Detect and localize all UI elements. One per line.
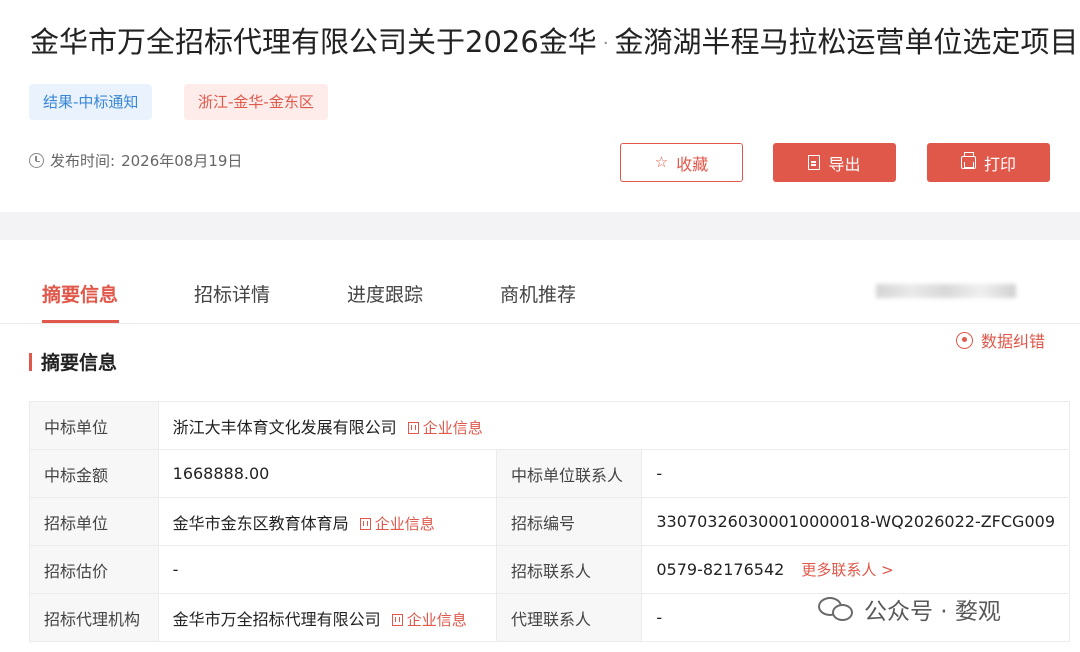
heading-accent-bar: [29, 352, 32, 371]
agent-contact-label: 代理联系人: [495, 593, 643, 642]
building-icon: [391, 613, 403, 626]
table-row: 招标估价 - 招标联系人 0579-82176542 更多联系人 >: [29, 545, 1070, 594]
tender-contact-cell: 0579-82176542 更多联系人 >: [641, 545, 1070, 594]
active-tab-indicator: [42, 320, 119, 323]
star-icon: ☆: [654, 153, 669, 171]
amount-value: 1668888.00: [157, 449, 497, 498]
blurred-text: [876, 284, 1016, 298]
tenderer-company-info-link[interactable]: 企业信息: [359, 514, 435, 533]
favorite-label: 收藏: [676, 154, 709, 174]
section-heading: 摘要信息: [29, 348, 117, 375]
agency-company-info-link[interactable]: 企业信息: [391, 610, 467, 629]
page-title: 金华市万全招标代理有限公司关于2026金华 · 金漪湖半程马拉松运营单位选定项目中: [30, 22, 1080, 64]
publish-time: 发布时间: 2026年08月19日: [29, 150, 242, 171]
publish-date: 2026年08月19日: [121, 152, 243, 170]
tenderer-cell: 金华市金东区教育体育局 企业信息: [157, 497, 497, 546]
winner-company-info-link[interactable]: 企业信息: [407, 418, 483, 437]
table-row: 中标单位 浙江大丰体育文化发展有限公司 企业信息: [29, 401, 1071, 450]
tab-progress-tracking[interactable]: 进度跟踪: [347, 280, 423, 307]
print-label: 打印: [983, 154, 1016, 174]
tenderer-value: 金华市金东区教育体育局: [172, 513, 349, 533]
bid-number-value: 330703260300010000018-WQ2026022-ZFCG009: [641, 497, 1070, 546]
document-icon: [808, 155, 821, 170]
company-info-label: 企业信息: [374, 514, 435, 533]
amount-label: 中标金额: [29, 449, 159, 498]
detail-tabs: 摘要信息 招标详情 进度跟踪 商机推荐: [0, 240, 1080, 324]
estimate-label: 招标估价: [29, 545, 159, 594]
building-icon: [359, 517, 371, 530]
building-icon: [407, 421, 419, 434]
company-info-label: 企业信息: [406, 610, 467, 629]
section-title: 摘要信息: [41, 352, 118, 374]
export-button[interactable]: 导出: [773, 143, 896, 182]
winner-contact-label: 中标单位联系人: [495, 449, 643, 498]
tab-tender-details[interactable]: 招标详情: [194, 280, 270, 307]
print-button[interactable]: 打印: [927, 143, 1050, 182]
estimate-value: -: [157, 545, 497, 594]
winner-cell: 浙江大丰体育文化发展有限公司 企业信息: [157, 401, 1071, 450]
tender-contact-value: 0579-82176542: [656, 560, 785, 579]
target-icon: [956, 331, 973, 349]
title-part1: 金华市万全招标代理有限公司关于2026金华: [30, 25, 597, 59]
agency-cell: 金华市万全招标代理有限公司 企业信息: [157, 593, 497, 642]
wechat-icon: [818, 595, 856, 623]
table-row: 中标金额 1668888.00 中标单位联系人 -: [29, 449, 1070, 498]
company-info-label: 企业信息: [422, 418, 483, 437]
result-type-tag: 结果-中标通知: [29, 84, 153, 120]
printer-icon: [960, 152, 976, 169]
region-tag: 浙江-金华-金东区: [184, 84, 328, 120]
watermark-text: 公众号 · 婺观: [864, 599, 1001, 625]
agency-label: 招标代理机构: [29, 593, 159, 642]
clock-icon: [29, 153, 44, 168]
bid-number-label: 招标编号: [495, 497, 643, 546]
winner-contact-value: -: [641, 449, 1070, 498]
publish-label: 发布时间:: [50, 152, 116, 170]
tab-recommendations[interactable]: 商机推荐: [500, 280, 576, 307]
tenderer-label: 招标单位: [29, 497, 159, 546]
section-divider-band: [0, 212, 1080, 240]
data-correction-link[interactable]: 数据纠错: [956, 328, 1045, 352]
winner-value: 浙江大丰体育文化发展有限公司: [172, 417, 397, 437]
winner-label: 中标单位: [29, 401, 159, 450]
tender-contact-label: 招标联系人: [495, 545, 643, 594]
watermark: 公众号 · 婺观: [818, 592, 1001, 626]
export-label: 导出: [828, 154, 861, 174]
more-contacts-link[interactable]: 更多联系人 >: [801, 561, 893, 579]
title-separator: ·: [602, 33, 609, 54]
agency-value: 金华市万全招标代理有限公司: [172, 609, 381, 629]
favorite-button[interactable]: ☆ 收藏: [620, 143, 743, 182]
title-part2: 金漪湖半程马拉松运营单位选定项目中: [614, 25, 1080, 59]
table-row: 招标单位 金华市金东区教育体育局 企业信息 招标编号 3307032603000…: [29, 497, 1070, 546]
tab-summary[interactable]: 摘要信息: [42, 280, 118, 307]
data-correction-label: 数据纠错: [981, 332, 1046, 351]
